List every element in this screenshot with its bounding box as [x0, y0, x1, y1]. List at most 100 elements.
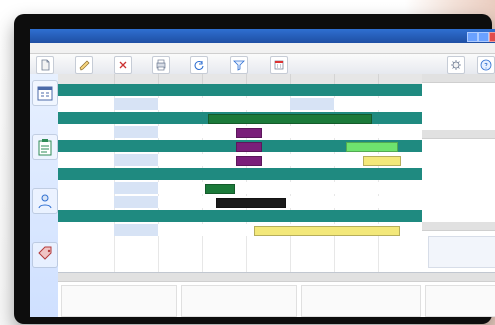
bottom-panel — [178, 273, 299, 317]
bottom-panel — [58, 273, 179, 317]
nav-item[interactable] — [32, 188, 58, 214]
gantt-lane — [58, 84, 422, 96]
gantt-cell-background — [114, 98, 158, 110]
details-pane — [422, 74, 495, 272]
gantt-row — [58, 210, 422, 222]
monitor — [14, 14, 495, 324]
gantt-bar[interactable] — [208, 114, 372, 124]
gantt-cell-background — [114, 196, 158, 208]
gantt-row — [58, 84, 422, 96]
bottom-panel-title — [58, 273, 178, 282]
printer-icon — [156, 59, 166, 71]
gantt-bar[interactable] — [254, 226, 400, 236]
calendar-icon — [37, 86, 53, 101]
refresh-icon — [194, 61, 204, 70]
bottom-table — [425, 285, 495, 317]
close-button[interactable] — [489, 32, 495, 42]
help-button[interactable] — [477, 56, 495, 74]
nav-item[interactable] — [32, 80, 58, 106]
tag-icon — [38, 246, 52, 260]
calendar-button[interactable] — [270, 56, 288, 74]
print-button[interactable] — [152, 56, 170, 74]
settings-button[interactable] — [447, 56, 465, 74]
clipboard-icon — [38, 139, 52, 156]
nav-item[interactable] — [32, 242, 58, 268]
gantt-cell-background — [114, 154, 158, 166]
gantt-cell-background — [114, 126, 158, 138]
gantt-header-cell — [202, 74, 247, 84]
details-section — [422, 130, 495, 223]
gantt-bar[interactable] — [363, 156, 401, 166]
gantt-header-cell — [334, 74, 379, 84]
gantt-bar[interactable] — [346, 142, 398, 152]
gantt-header-cell — [378, 74, 422, 84]
calendar-icon — [274, 60, 284, 70]
app-screen — [30, 29, 495, 317]
gantt-row — [58, 168, 422, 180]
edit-button[interactable] — [75, 56, 93, 74]
gantt-bar[interactable] — [236, 128, 262, 138]
details-section — [422, 222, 495, 272]
gantt-row — [58, 224, 422, 236]
gantt-row — [58, 112, 422, 124]
calendar-mini — [428, 236, 495, 268]
minimize-button[interactable] — [467, 32, 478, 42]
gantt-lane — [58, 210, 422, 222]
gantt-row — [58, 98, 422, 110]
gantt-row — [58, 196, 422, 208]
left-navigation — [30, 74, 59, 317]
nav-item[interactable] — [32, 134, 58, 160]
details-section — [422, 74, 495, 131]
pencil-icon — [79, 60, 90, 71]
menu-bar — [30, 43, 495, 54]
gantt-lane — [58, 168, 422, 180]
gantt-bar[interactable] — [205, 184, 235, 194]
window-title — [30, 33, 34, 39]
bottom-panel — [298, 273, 423, 317]
bottom-table — [181, 285, 297, 317]
gantt-header-cell — [114, 74, 159, 84]
filter-icon — [233, 60, 245, 71]
gantt-lane — [58, 98, 422, 110]
gear-icon — [451, 60, 461, 70]
gantt-row — [58, 126, 422, 138]
user-icon — [38, 194, 52, 209]
new-button[interactable] — [36, 56, 54, 74]
gantt-header-cell — [290, 74, 335, 84]
bottom-table — [301, 285, 421, 317]
bottom-table — [61, 285, 177, 317]
gantt-row — [58, 140, 422, 152]
gantt-cell-background — [290, 98, 334, 110]
bottom-panel-title — [422, 273, 495, 282]
gantt-header-cell — [246, 74, 291, 84]
gantt-header-cell — [158, 74, 203, 84]
gantt-bar[interactable] — [236, 142, 262, 152]
schedule-gantt — [58, 74, 423, 272]
document-icon — [41, 59, 50, 71]
gantt-row — [58, 154, 422, 166]
delete-button[interactable] — [114, 56, 132, 74]
details-section-title — [422, 74, 495, 83]
refresh-button[interactable] — [190, 56, 208, 74]
details-section-title — [422, 130, 495, 139]
filter-button[interactable] — [230, 56, 248, 74]
gantt-cell-background — [114, 182, 158, 194]
bottom-panels — [58, 272, 495, 317]
window-controls — [467, 32, 495, 42]
toolbar — [30, 54, 495, 75]
bottom-panel-title — [178, 273, 298, 282]
gantt-bar[interactable] — [216, 198, 286, 208]
gantt-header-cell — [58, 74, 115, 84]
bottom-panel-title — [298, 273, 422, 282]
gantt-bar[interactable] — [236, 156, 262, 166]
title-bar — [30, 29, 495, 43]
gantt-lane — [58, 182, 422, 194]
bottom-panel — [422, 273, 495, 317]
maximize-button[interactable] — [478, 32, 489, 42]
gantt-cell-background — [114, 224, 158, 236]
gantt-row — [58, 182, 422, 194]
help-icon — [480, 59, 492, 71]
gantt-rows — [58, 84, 422, 272]
close-icon — [119, 61, 127, 69]
details-section-title — [422, 222, 495, 231]
